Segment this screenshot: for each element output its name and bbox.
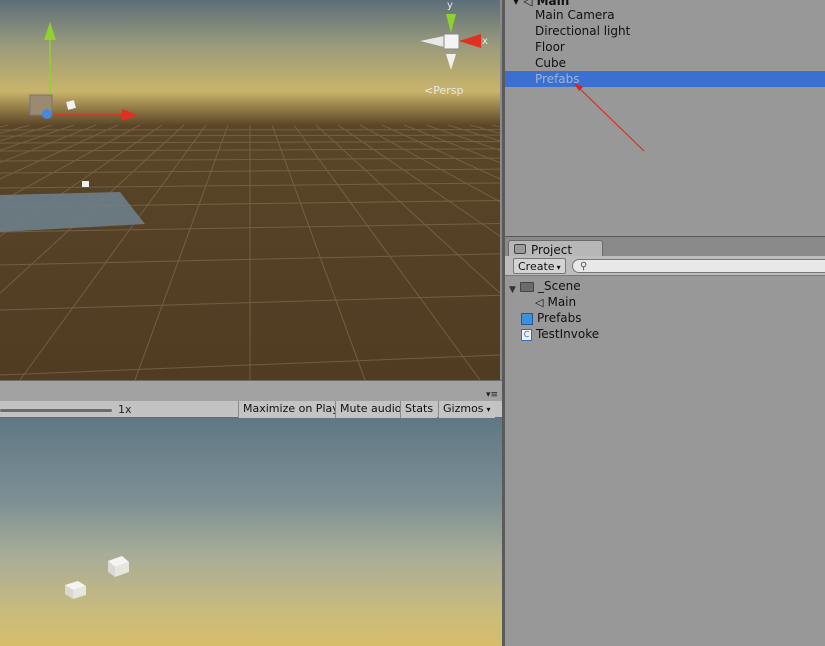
tab-project-label: Project: [531, 243, 573, 257]
project-item-main-scene[interactable]: ◁ Main: [535, 294, 576, 310]
create-dropdown[interactable]: Create ▾: [513, 258, 566, 274]
chevron-down-icon: ▾: [556, 263, 561, 272]
gizmos-label: Gizmos: [443, 402, 484, 415]
maximize-on-play-toggle[interactable]: Maximize on Play: [238, 401, 343, 418]
project-item-testinvoke[interactable]: C TestInvoke: [521, 326, 599, 342]
project-item-scene-folder[interactable]: ▼ _Scene: [505, 278, 605, 295]
unity-scene-icon: ◁: [535, 295, 544, 309]
game-render: [65, 556, 129, 599]
scale-slider[interactable]: [0, 409, 112, 412]
x-axis-arrow[interactable]: [122, 109, 138, 121]
scale-value: 1x: [118, 403, 132, 416]
search-input[interactable]: [593, 260, 823, 272]
project-panel: Project Create ▾ ⚲ ▼ _Scene ◁ Main Prefabs…: [505, 236, 825, 646]
mute-audio-toggle[interactable]: Mute audio: [335, 401, 406, 418]
expand-triangle-icon[interactable]: ▼: [509, 282, 516, 298]
hierarchy-panel: ▾ ◁ Main Main Camera Directional light F…: [505, 0, 825, 236]
hierarchy-item-directional-light[interactable]: Directional light: [505, 23, 825, 39]
game-toolbar: 1x Maximize on Play Mute audio Stats Giz…: [0, 401, 502, 418]
cube-object[interactable]: [66, 100, 76, 110]
gizmos-dropdown[interactable]: Gizmos ▾: [438, 401, 495, 418]
z-axis-handle[interactable]: [42, 109, 52, 119]
scene-grid: y x: [0, 0, 500, 380]
persp-label: Persp: [433, 84, 464, 97]
panel-split-bar[interactable]: ▾≡: [0, 380, 502, 401]
scene-view[interactable]: y x <Persp: [0, 0, 500, 380]
gizmo-x-label: x: [482, 36, 488, 47]
hierarchy-item-prefabs[interactable]: Prefabs: [505, 71, 825, 87]
csharp-script-icon: C: [521, 328, 532, 341]
hierarchy-item-main-camera[interactable]: Main Camera: [505, 7, 825, 23]
unity-editor: y x <Persp ▾≡ 1x Maximize on Play Mute a…: [0, 0, 825, 646]
search-icon: ⚲: [580, 261, 588, 272]
orientation-gizmo[interactable]: [420, 14, 481, 70]
cube-object: [108, 556, 129, 577]
persp-toggle[interactable]: <Persp: [424, 84, 463, 97]
project-item-label: TestInvoke: [536, 327, 600, 341]
prefab-cube-icon: [521, 312, 533, 325]
cube-object[interactable]: [82, 181, 89, 187]
project-search[interactable]: ⚲: [572, 259, 825, 273]
project-item-prefabs[interactable]: Prefabs: [521, 310, 582, 326]
folder-icon: [514, 244, 526, 254]
project-item-label: Prefabs: [537, 311, 582, 325]
game-view[interactable]: [0, 418, 502, 646]
project-item-label: _Scene: [538, 279, 581, 293]
y-axis-arrow[interactable]: [44, 22, 56, 40]
create-label: Create: [518, 260, 555, 273]
chevron-down-icon: ▾: [486, 405, 491, 414]
cube-object: [65, 581, 86, 599]
panel-menu-icon[interactable]: ▾≡: [486, 390, 498, 400]
floor-plane: [0, 192, 145, 232]
folder-icon: [520, 281, 534, 292]
hierarchy-item-floor[interactable]: Floor: [505, 39, 825, 55]
stats-toggle[interactable]: Stats: [400, 401, 438, 418]
hierarchy-item-cube[interactable]: Cube: [505, 55, 825, 71]
project-tabbar: Project: [505, 236, 825, 258]
gizmo-y-label: y: [447, 0, 453, 11]
project-toolbar: Create ▾ ⚲: [505, 256, 825, 276]
project-item-label: Main: [547, 295, 577, 309]
